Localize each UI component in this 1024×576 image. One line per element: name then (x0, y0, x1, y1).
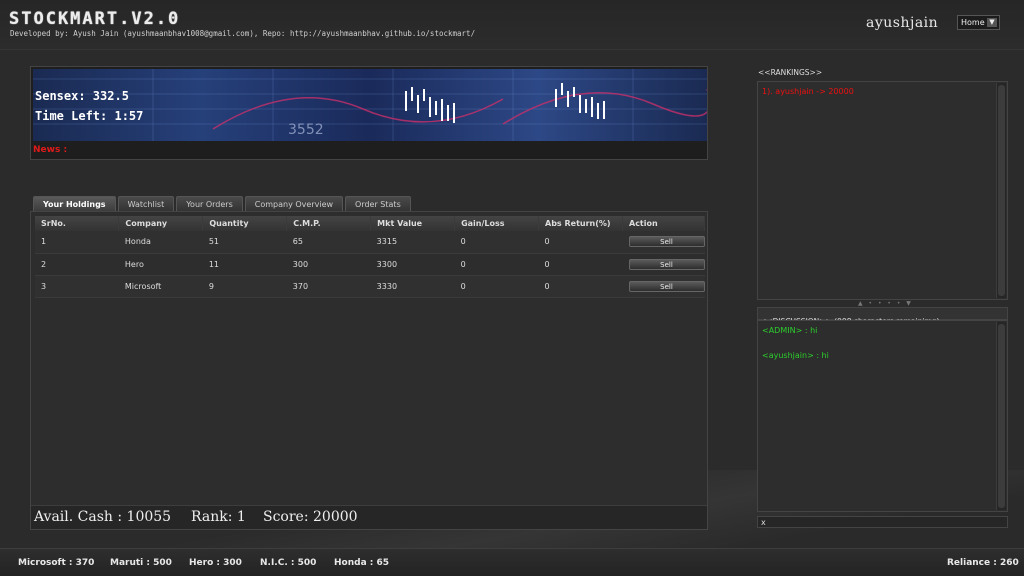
username-display: ayushjain (866, 15, 939, 31)
ticker-item: Honda : 65 (334, 558, 390, 568)
ticker-item: Hero : 300 (189, 558, 242, 568)
column-header[interactable]: Abs Return(%) (538, 216, 623, 231)
cell-gain-loss: 0 (454, 275, 539, 298)
cell-action: Sell (622, 275, 705, 298)
cell-cmp: 370 (286, 275, 371, 298)
table-row: 3 Microsoft 9 370 3330 0 0 Sell (35, 275, 705, 298)
chat-message: <ADMIN> : hi (762, 326, 818, 335)
cell-cmp: 300 (286, 253, 371, 276)
ticker-item: Maruti : 500 (110, 558, 172, 568)
ticker-item: Reliance : 260 (947, 558, 1019, 568)
discussion-header: <<DISCUSSION>> (998 characters remainimg… (757, 307, 1008, 326)
cell-quantity: 51 (202, 231, 287, 254)
ticker-item: Microsoft : 370 (18, 558, 95, 568)
stats-bar: Avail. Cash : 10055 Rank: 1 Score: 20000 (31, 505, 707, 529)
holdings-panel: SrNo. Company Quantity C.M.P. Mkt Value … (30, 211, 708, 530)
table-row: 1 Honda 51 65 3315 0 0 Sell (35, 231, 705, 254)
app-logo: Stockmart.v2.0 (9, 9, 181, 29)
cell-gain-loss: 0 (454, 231, 539, 254)
app-header: Stockmart.v2.0 Developed by: Ayush Jain … (0, 0, 1024, 50)
tab-watchlist[interactable]: Watchlist (117, 196, 175, 211)
main-tabs: Your Holdings Watchlist Your Orders Comp… (33, 196, 411, 211)
tab-your-orders[interactable]: Your Orders (176, 196, 243, 211)
chat-input[interactable]: x (757, 516, 1008, 528)
cell-company: Honda (118, 231, 203, 254)
cell-gain-loss: 0 (454, 253, 539, 276)
cell-quantity: 11 (202, 253, 287, 276)
cell-srno: 2 (35, 253, 119, 276)
cell-abs-return: 0 (538, 275, 623, 298)
cell-action: Sell (622, 253, 705, 276)
tab-company-overview[interactable]: Company Overview (244, 196, 344, 211)
nav-select[interactable]: Home ▼ (957, 15, 1000, 30)
column-header[interactable]: Company (118, 216, 204, 231)
column-header[interactable]: Gain/Loss (454, 216, 540, 231)
cell-srno: 1 (35, 231, 119, 254)
score-display: Score: 20000 (263, 509, 358, 525)
chat-message: <ayushjain> : hi (762, 351, 829, 360)
column-header[interactable]: SrNo. (35, 216, 120, 231)
chevron-down-icon: ▼ (987, 18, 997, 27)
market-chart-image: 3552 Sensex: 332.5 Time Left: 1:57 (33, 69, 707, 141)
tab-order-stats[interactable]: Order Stats (345, 196, 411, 211)
cell-action: Sell (622, 231, 705, 254)
cell-mkt-value: 3300 (370, 253, 455, 276)
sell-button[interactable]: Sell (628, 236, 705, 248)
stock-ticker: Microsoft : 370 Maruti : 500 Hero : 300 … (0, 548, 1024, 576)
cell-company: Hero (118, 253, 203, 276)
sell-button[interactable]: Sell (628, 280, 705, 292)
cell-cmp: 65 (286, 231, 371, 254)
sensex-value: Sensex: 332.5 (35, 89, 129, 103)
rankings-scrollbar[interactable] (996, 83, 1006, 298)
column-header[interactable]: C.M.P. (286, 216, 372, 231)
holdings-table: SrNo. Company Quantity C.M.P. Mkt Value … (35, 216, 705, 298)
cell-quantity: 9 (202, 275, 287, 298)
market-banner: 3552 Sensex: 332.5 Time Left: 1:57 News … (30, 66, 708, 160)
avail-cash: Avail. Cash : 10055 (34, 509, 172, 525)
cell-company: Microsoft (118, 275, 203, 298)
column-header[interactable]: Mkt Value (370, 216, 456, 231)
cell-abs-return: 0 (538, 253, 623, 276)
tab-your-holdings[interactable]: Your Holdings (33, 196, 116, 211)
cell-abs-return: 0 (538, 231, 623, 254)
ticker-item: N.I.C. : 500 (260, 558, 317, 568)
scroll-thumb[interactable] (998, 85, 1005, 296)
ranking-item: 1). ayushjain -> 20000 (762, 87, 854, 96)
discussion-scrollbar[interactable] (996, 322, 1006, 510)
panel-splitter-handle[interactable]: ▲ • • • • ▼ (858, 300, 913, 307)
cell-srno: 3 (35, 275, 119, 298)
banner-image-text: 3552 (288, 122, 324, 138)
cell-mkt-value: 3330 (370, 275, 455, 298)
developer-credit: Developed by: Ayush Jain (ayushmaanbhav1… (10, 29, 476, 38)
cell-mkt-value: 3315 (370, 231, 455, 254)
column-header[interactable]: Action (622, 216, 705, 231)
rankings-panel: 1). ayushjain -> 20000 (757, 81, 1008, 300)
column-header[interactable]: Quantity (202, 216, 288, 231)
scroll-thumb[interactable] (998, 324, 1005, 508)
time-left: Time Left: 1:57 (35, 109, 144, 123)
table-row: 2 Hero 11 300 3300 0 0 Sell (35, 253, 705, 276)
rankings-label: <<RANKINGS>> (758, 68, 823, 77)
discussion-panel: <ADMIN> : hi <ayushjain> : hi (757, 320, 1008, 512)
sell-button[interactable]: Sell (628, 258, 705, 270)
news-label: News : (33, 145, 68, 155)
nav-select-value: Home (961, 18, 985, 27)
rank-display: Rank: 1 (191, 509, 246, 525)
